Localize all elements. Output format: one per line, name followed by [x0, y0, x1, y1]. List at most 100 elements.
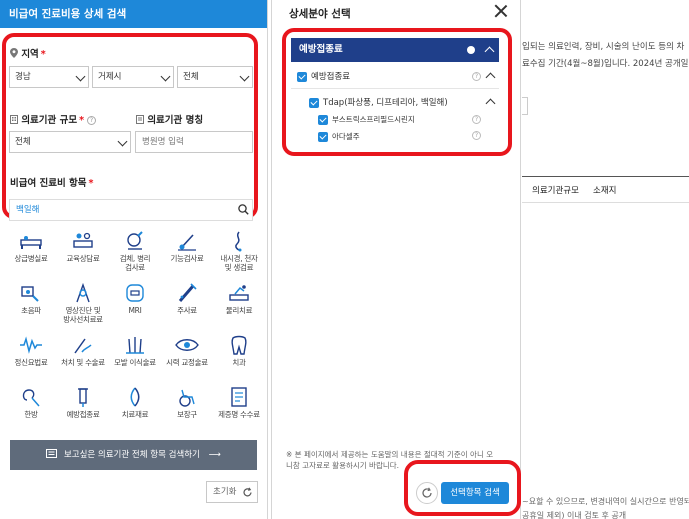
tree-node-boostrix[interactable]: 부스트릭스프리필드시린지 [318, 114, 415, 125]
hospital-name-input[interactable] [135, 131, 253, 153]
category-label: 영상진단 및 방사선치료료 [63, 306, 103, 324]
category-label: 교육상담료 [66, 254, 100, 263]
category-item[interactable]: 치료재료 [109, 386, 161, 419]
chevron-down-icon [239, 71, 250, 82]
background-page: 입되는 의료인력, 장비, 시술의 난이도 등의 차 료수집 기간(4월~8월)… [522, 0, 689, 519]
building-icon [10, 115, 18, 124]
category-label: 기능검사료 [170, 254, 204, 263]
help-icon[interactable]: ? [472, 72, 481, 81]
category-label: 물리치료 [225, 306, 253, 315]
category-item[interactable]: 시력 교정술료 [161, 334, 213, 367]
radiology-icon [76, 282, 90, 303]
name-label: 의료기관 명칭 [136, 112, 203, 126]
document-icon [136, 115, 144, 124]
chevron-down-icon [160, 71, 171, 82]
panel-title: 비급여 진료비용 상세 검색 [0, 0, 267, 28]
chevron-down-icon [117, 136, 128, 147]
tree-header-label: 예방접종료 [299, 44, 343, 55]
tree-header-vaccination[interactable]: 예방접종료 [291, 38, 499, 62]
help-icon[interactable]: ? [87, 116, 97, 125]
category-label: 한방 [24, 410, 38, 419]
category-label: 치료재료 [121, 410, 149, 419]
category-item[interactable]: 예방접종료 [57, 386, 109, 419]
name-label-text: 의료기관 명칭 [147, 115, 204, 126]
table-header-scale: 의료기관규모 [532, 186, 579, 196]
search-panel: 비급여 진료비용 상세 검색 지역 * 경남 거제시 전체 의료기관 규모 *? 전… [0, 0, 268, 519]
eye-icon [175, 339, 199, 351]
refresh-button[interactable] [416, 482, 438, 504]
category-label: 내시경, 천자 및 생검료 [220, 254, 258, 272]
scale-value: 전체 [15, 137, 31, 147]
city-select[interactable]: 거제시 [92, 66, 174, 88]
category-label: 모발 이식술료 [114, 358, 156, 367]
tree-node-vaccination[interactable]: 예방접종료 [297, 70, 350, 82]
checkbox-checked-icon[interactable] [318, 132, 328, 142]
tree-node-label: 부스트릭스프리필드시린지 [332, 115, 415, 124]
category-item[interactable]: 영상진단 및 방사선치료료 [57, 282, 109, 324]
modal-title: 상세분야 선택 [289, 8, 351, 20]
tree-highlight-box: 예방접종료 예방접종료 ? Tdap(파상풍, 디프테리아, 백일해) 부스트릭… [282, 28, 512, 156]
category-item[interactable]: 모발 이식술료 [109, 334, 161, 367]
help-icon[interactable]: ? [472, 131, 481, 140]
scale-label-text: 의료기관 규모 [21, 115, 78, 126]
province-select[interactable]: 경남 [9, 66, 89, 88]
item-search-value: 백일해 [16, 205, 40, 215]
chevron-down-icon [75, 71, 86, 82]
category-item[interactable]: 주사료 [161, 282, 213, 315]
search-all-label: 보고싶은 의료기관 전체 항목 검색하기 [63, 450, 200, 460]
category-item[interactable]: 기능검사료 [161, 230, 213, 263]
brainwave-icon [20, 336, 42, 354]
category-item[interactable]: MRI [109, 282, 161, 315]
category-label: 처치 및 수술료 [61, 358, 105, 367]
required-mark: * [88, 178, 94, 189]
category-item[interactable]: 제증명 수수료 [213, 386, 265, 419]
tree-node-adacel[interactable]: 아다셀주 [318, 131, 360, 142]
category-item[interactable]: 내시경, 천자 및 생검료 [213, 230, 265, 272]
category-label: 제증명 수수료 [218, 410, 260, 419]
chevron-up-icon[interactable] [484, 46, 495, 57]
category-item[interactable]: 검체, 병리 검사료 [109, 230, 161, 272]
item-search-input[interactable]: 백일해 [9, 199, 253, 221]
district-value: 전체 [183, 72, 199, 82]
checkbox-checked-icon[interactable] [297, 71, 307, 82]
location-pin-icon [10, 48, 18, 58]
table-header-location: 소재지 [593, 186, 617, 196]
category-item[interactable]: 교육상담료 [57, 230, 109, 263]
tree-node-tdap[interactable]: Tdap(파상풍, 디프테리아, 백일해) [309, 96, 448, 108]
background-text: ~요할 수 있으므로, 변경내역이 실시간으로 반영되지 [522, 497, 689, 506]
category-item[interactable]: 보장구 [161, 386, 213, 419]
category-label: 초음파 [21, 306, 41, 315]
category-item[interactable]: 처치 및 수술료 [57, 334, 109, 367]
surgery-icon [74, 338, 92, 354]
detail-field-modal: 상세분야 선택 예방접종료 예방접종료 ? Tdap(파상풍, 디프테리아, 백… [271, 0, 521, 519]
search-highlight-box: 선택항목 검색 [404, 460, 521, 516]
category-item[interactable]: 한방 [5, 386, 57, 419]
table-header-border [522, 202, 689, 203]
wheelchair-icon [179, 389, 195, 407]
item-label: 비급여 진료비 항목 * [10, 175, 94, 189]
search-selected-button[interactable]: 선택항목 검색 [441, 482, 509, 504]
close-icon[interactable] [494, 4, 508, 18]
consult-icon [73, 232, 93, 248]
scale-label: 의료기관 규모 *? [10, 112, 97, 126]
category-item[interactable]: 치과 [213, 334, 265, 367]
help-icon[interactable]: ? [472, 115, 481, 124]
filter-highlight-box: 지역* 경남 거제시 전체 의료기관 규모*? 전체 의료기관 명칭 비급여 진… [2, 33, 258, 221]
search-icon[interactable] [238, 204, 249, 215]
chevron-up-icon[interactable] [485, 98, 496, 109]
category-item[interactable]: 상급병실료 [5, 230, 57, 263]
scale-select[interactable]: 전체 [9, 131, 131, 153]
category-item[interactable]: 초음파 [5, 282, 57, 315]
item-label-text: 비급여 진료비 항목 [10, 178, 87, 189]
checkbox-checked-icon[interactable] [318, 115, 328, 125]
category-item[interactable]: 정신요법료 [5, 334, 57, 367]
search-all-button[interactable]: 보고싶은 의료기관 전체 항목 검색하기 ⟶ [10, 440, 257, 470]
category-item[interactable]: 물리치료 [213, 282, 265, 315]
checkbox-checked-icon[interactable] [309, 97, 319, 108]
certificate-icon [231, 387, 247, 407]
reset-button[interactable]: 초기화 [206, 481, 258, 503]
background-text: 료수집 기간(4월~8월)입니다. 2024년 공개일(8 [522, 59, 689, 69]
district-select[interactable]: 전체 [177, 66, 253, 88]
refresh-icon [422, 487, 432, 498]
chevron-up-icon[interactable] [485, 72, 496, 83]
